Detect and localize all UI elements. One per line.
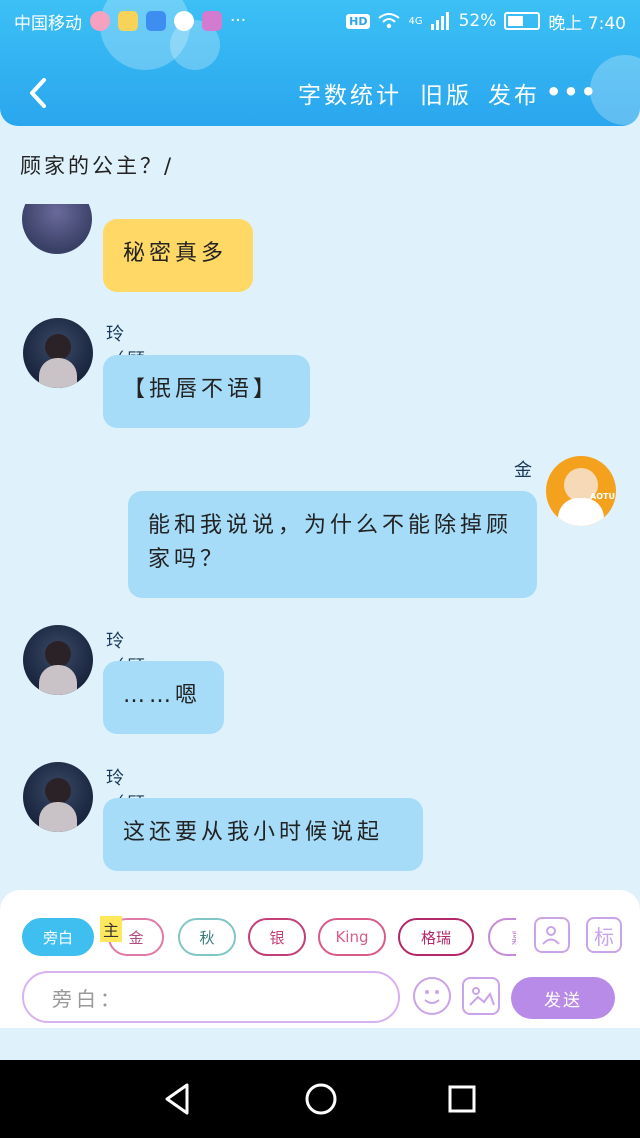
role-chip-clip: 嘉: [488, 918, 516, 956]
bilibili-app-icon: [202, 11, 222, 31]
avatar[interactable]: [23, 318, 93, 388]
word-count-button[interactable]: 字数统计: [298, 76, 402, 110]
clock: 晚上 7:40: [548, 13, 626, 34]
battery-percent: 52%: [458, 11, 497, 31]
tag-label: 标: [594, 924, 614, 949]
back-triangle-icon[interactable]: [162, 1082, 192, 1116]
avatar-badge: AOTU: [590, 492, 615, 501]
status-bar: 中国移动 ··· HD 4G 52% 晚上 7:40: [14, 8, 626, 34]
publish-button[interactable]: 发布: [488, 76, 540, 110]
send-button[interactable]: 发送: [511, 977, 615, 1019]
wifi-icon: [378, 13, 401, 29]
hd-badge: HD: [346, 13, 371, 29]
host-badge: 主: [100, 916, 122, 942]
home-circle-icon[interactable]: [304, 1082, 338, 1116]
more-menu-button[interactable]: •••: [546, 78, 598, 106]
role-chip-narrator[interactable]: 旁白: [22, 918, 94, 956]
more-notifications: ···: [230, 11, 247, 31]
app-header: 中国移动 ··· HD 4G 52% 晚上 7:40 字数统计 旧版 发布 ••…: [0, 0, 640, 126]
message-bubble[interactable]: 这还要从我小时候说起: [103, 798, 423, 871]
topic-title: 顾家的公主？/: [20, 154, 175, 178]
carrier-label: 中国移动: [14, 13, 82, 34]
nav-bar: 字数统计 旧版 发布 •••: [0, 70, 640, 116]
input-placeholder: 旁白：: [52, 986, 124, 1011]
role-chip-gerui[interactable]: 格瑞: [398, 918, 474, 956]
image-icon[interactable]: [462, 977, 500, 1015]
system-nav-bar: [0, 1060, 640, 1138]
back-arrow-icon[interactable]: [22, 74, 56, 112]
folder-app-icon: [118, 11, 138, 31]
network-type: 4G: [408, 15, 423, 27]
wechat-app-icon: [174, 11, 194, 31]
role-chip-yin[interactable]: 银: [248, 918, 306, 956]
message-input[interactable]: 旁白：: [22, 971, 400, 1023]
message-bubble[interactable]: ……嗯: [103, 661, 224, 734]
role-chip-qiu[interactable]: 秋: [178, 918, 236, 956]
role-chip-jia[interactable]: 嘉: [488, 918, 516, 956]
signal-icon: [430, 12, 449, 30]
tag-button[interactable]: 标: [586, 917, 622, 953]
message-bubble[interactable]: 能和我说说，为什么不能除掉顾家吗？: [128, 491, 537, 598]
avatar[interactable]: [546, 456, 616, 526]
old-version-button[interactable]: 旧版: [420, 76, 472, 110]
avatar-clip: [22, 204, 94, 254]
heart-app-icon: [90, 11, 110, 31]
video-app-icon: [146, 11, 166, 31]
message-bubble[interactable]: 秘密真多: [103, 219, 253, 292]
role-chip-king[interactable]: King: [318, 918, 386, 956]
recents-square-icon[interactable]: [447, 1084, 477, 1114]
avatar[interactable]: [22, 204, 92, 254]
role-manage-icon[interactable]: [534, 917, 570, 953]
message-bubble[interactable]: 【抿唇不语】: [103, 355, 310, 428]
emoji-icon[interactable]: [413, 977, 451, 1015]
avatar[interactable]: [23, 625, 93, 695]
speaker-name: 金: [514, 460, 535, 481]
battery-icon: [504, 12, 541, 30]
avatar[interactable]: [23, 762, 93, 832]
